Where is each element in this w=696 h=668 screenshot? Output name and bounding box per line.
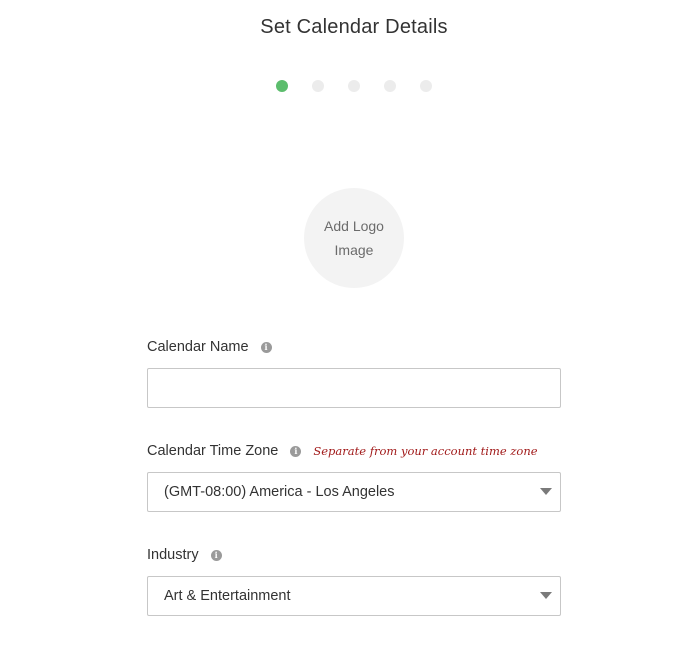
add-logo-label-line1: Add Logo — [324, 218, 384, 234]
step-dot-3 — [348, 80, 360, 92]
step-dot-1 — [276, 80, 288, 92]
page-title: Set Calendar Details — [260, 16, 448, 38]
industry-label: Industry — [147, 547, 199, 563]
step-dot-2 — [312, 80, 324, 92]
industry-info-icon[interactable]: i — [210, 549, 222, 561]
time-zone-info-icon[interactable]: i — [290, 445, 302, 457]
time-zone-label: Calendar Time Zone — [147, 443, 279, 459]
step-progress-indicator — [276, 80, 432, 92]
calendar-name-input[interactable] — [148, 369, 560, 407]
add-logo-label-line2: Image — [334, 242, 374, 258]
time-zone-select[interactable]: (GMT-08:00) America - Los Angeles — [147, 472, 561, 512]
chevron-down-icon — [540, 488, 552, 495]
calendar-name-label-row: Calendar Name i — [147, 339, 272, 355]
time-zone-hint: Separate from your account time zone — [313, 444, 538, 458]
chevron-down-icon — [540, 592, 552, 599]
add-logo-image-button[interactable]: Add Logo Image — [304, 188, 404, 288]
industry-selected-value: Art & Entertainment — [164, 588, 291, 604]
step-dot-5 — [420, 80, 432, 92]
industry-label-row: Industry i — [147, 547, 222, 563]
step-dot-4 — [384, 80, 396, 92]
set-calendar-details-page: Set Calendar Details Add Logo Image Cale… — [0, 0, 696, 668]
calendar-name-label: Calendar Name — [147, 339, 249, 355]
time-zone-label-row: Calendar Time Zone i Separate from your … — [147, 443, 538, 459]
calendar-name-info-icon[interactable]: i — [260, 341, 272, 353]
time-zone-selected-value: (GMT-08:00) America - Los Angeles — [164, 484, 395, 500]
calendar-name-field-box — [147, 368, 561, 408]
industry-select[interactable]: Art & Entertainment — [147, 576, 561, 616]
